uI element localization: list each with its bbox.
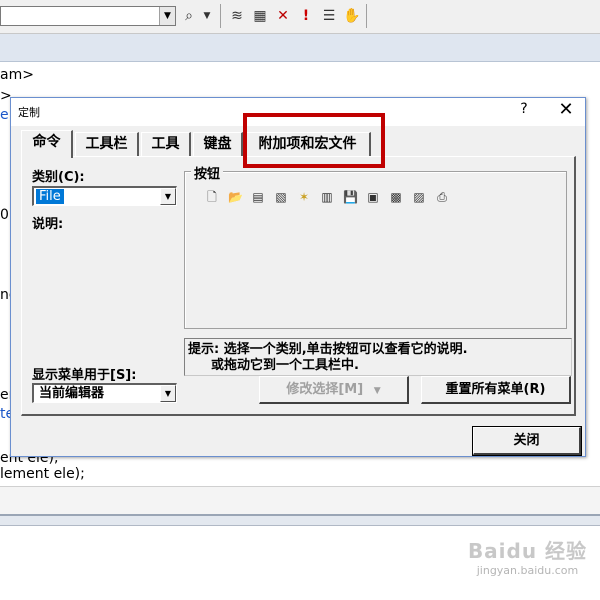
commands-panel: 类别(C): File ▼ 说明: 按钮 🗋 📂 ▤ ▧ ✶ ▥ 💾 ▣ ▩ ▨…	[21, 156, 576, 416]
close-icon[interactable]: ✕	[556, 99, 576, 120]
hint-box: 提示: 选择一个类别,单击按钮可以查看它的说明. 或拖动它到一个工具栏中.	[184, 338, 572, 376]
printer-icon[interactable]: ⎙	[435, 190, 449, 204]
tab-commands[interactable]: 命令	[21, 130, 73, 158]
category-select[interactable]: File ▼	[32, 186, 177, 206]
exclamation-icon[interactable]: !	[297, 6, 315, 26]
print-preview-icon[interactable]: ▨	[412, 190, 426, 204]
layers-icon[interactable]: ≋	[228, 6, 246, 26]
code-line: lement ele);	[0, 466, 85, 482]
tab-tools[interactable]: 工具	[141, 132, 191, 156]
watermark: Baidu 经验 jingyan.baidu.com	[465, 535, 590, 595]
background-status-strip	[0, 516, 600, 526]
show-menu-label: 显示菜单用于[S]:	[32, 368, 137, 383]
save-all-icon[interactable]: ▣	[366, 190, 380, 204]
hand-icon[interactable]: ✋	[343, 6, 361, 26]
modify-selection-label: 修改选择[M]	[286, 382, 364, 397]
category-value: File	[36, 189, 64, 204]
modify-selection-button[interactable]: 修改选择[M] ▼	[259, 376, 409, 404]
toolbar-separator	[220, 4, 221, 28]
hint-line-2: 或拖动它到一个工具栏中.	[211, 358, 359, 373]
print-setup-icon[interactable]: ▩	[389, 190, 403, 204]
dialog-title: 定制	[18, 106, 40, 119]
show-menu-select[interactable]: 当前编辑器 ▼	[32, 383, 177, 403]
chevron-down-icon[interactable]: ▼	[160, 385, 176, 402]
help-button[interactable]: ?	[516, 101, 532, 117]
open-folder-icon[interactable]: 📂	[228, 190, 243, 204]
buttons-group-label: 按钮	[191, 163, 224, 182]
background-output-bar	[0, 486, 600, 516]
buttons-group: 按钮 🗋 📂 ▤ ▧ ✶ ▥ 💾 ▣ ▩ ▨ ⎙	[184, 163, 567, 329]
reset-all-menus-button[interactable]: 重置所有菜单(R)	[421, 376, 571, 404]
watermark-url: jingyan.baidu.com	[476, 564, 579, 577]
customize-dialog: 定制 ? ✕ 命令 工具栏 工具 键盘 附加项和宏文件 类别(C): File …	[10, 97, 586, 457]
background-combo[interactable]: ▼	[0, 6, 176, 26]
delete-icon[interactable]: ✕	[274, 6, 292, 26]
chevron-down-icon: ▼	[373, 386, 381, 396]
close-button[interactable]: 关闭	[472, 426, 582, 456]
background-tab-band	[0, 34, 600, 62]
new-file-icon[interactable]: 🗋	[205, 190, 219, 204]
list-icon[interactable]: ☰	[320, 6, 338, 26]
description-label: 说明:	[32, 217, 64, 232]
hint-line-1: 提示: 选择一个类别,单击按钮可以查看它的说明.	[188, 342, 468, 357]
file-star-icon[interactable]: ✶	[297, 190, 311, 204]
tab-toolbars[interactable]: 工具栏	[75, 132, 139, 156]
dialog-titlebar[interactable]: 定制 ? ✕	[11, 98, 585, 126]
file-sparkle-icon[interactable]: ▧	[274, 190, 288, 204]
chevron-down-icon[interactable]: ▼	[160, 188, 176, 205]
save-icon[interactable]: 💾	[343, 190, 358, 204]
file-icon[interactable]: ▤	[251, 190, 265, 204]
code-line: am>	[0, 67, 34, 83]
chevron-down-icon[interactable]: ▼	[198, 6, 216, 26]
tab-addins-macros[interactable]: 附加项和宏文件	[245, 132, 371, 156]
tab-keyboard[interactable]: 键盘	[193, 132, 243, 156]
grid-icon[interactable]: ▦	[251, 6, 269, 26]
watermark-brand: Baidu 经验	[467, 539, 588, 563]
category-label: 类别(C):	[32, 170, 85, 185]
toolbar-separator	[366, 4, 367, 28]
find-icon[interactable]: ⌕	[180, 6, 198, 26]
chevron-down-icon[interactable]: ▼	[159, 7, 175, 25]
show-menu-value: 当前编辑器	[39, 386, 105, 401]
file-open-icon[interactable]: ▥	[320, 190, 334, 204]
background-toolbar: ▼ ⌕ ▼ ≋ ▦ ✕ ! ☰ ✋	[0, 0, 600, 34]
